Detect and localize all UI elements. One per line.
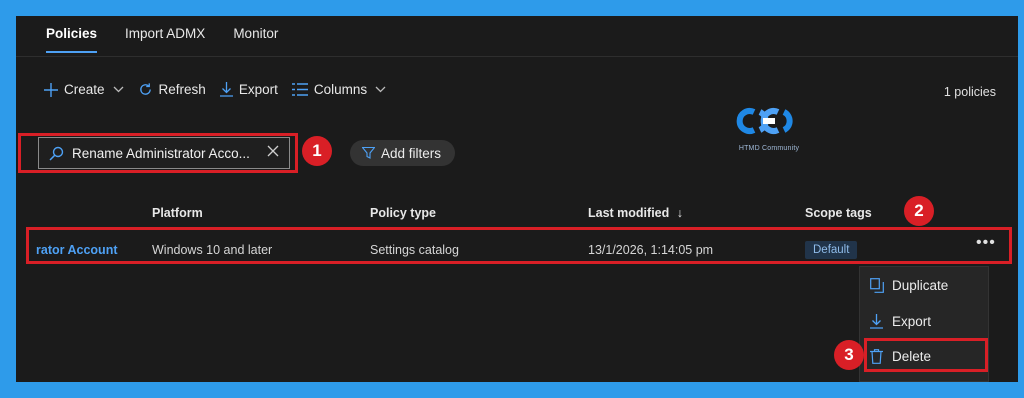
more-options-icon[interactable]: ••• — [976, 234, 996, 252]
duplicate-label: Duplicate — [892, 277, 949, 293]
column-header-platform[interactable]: Platform — [152, 206, 203, 220]
column-header-last-modified[interactable]: Last modified ↓ — [588, 206, 683, 220]
tab-divider — [16, 56, 1018, 57]
add-filters-label: Add filters — [381, 145, 442, 161]
htmd-logo: HTMD Community — [734, 104, 804, 152]
export-menu-label: Export — [892, 313, 932, 329]
annotation-box-search — [18, 133, 298, 173]
annotation-box-delete — [864, 338, 988, 372]
policy-type-cell: Settings catalog — [370, 243, 459, 257]
last-modified-label: Last modified — [588, 206, 670, 220]
columns-button[interactable]: Columns — [291, 82, 386, 97]
app-window: Policies Import ADMX Monitor Create Refr… — [16, 16, 1018, 382]
menu-item-duplicate[interactable]: Duplicate — [860, 270, 990, 300]
export-label: Export — [238, 82, 278, 97]
filter-icon — [362, 147, 375, 159]
tab-import-admx[interactable]: Import ADMX — [125, 26, 205, 53]
chevron-down-icon — [113, 84, 124, 96]
refresh-label: Refresh — [158, 82, 206, 97]
create-label: Create — [64, 82, 105, 97]
annotation-badge-1: 1 — [302, 136, 332, 166]
duplicate-icon — [870, 277, 884, 293]
policy-count: 1 policies — [943, 85, 996, 99]
platform-cell: Windows 10 and later — [152, 243, 273, 257]
tab-monitor[interactable]: Monitor — [233, 26, 278, 53]
columns-label: Columns — [313, 82, 368, 97]
column-header-policy-type[interactable]: Policy type — [370, 206, 436, 220]
refresh-icon — [138, 82, 153, 97]
download-icon — [870, 313, 884, 329]
annotation-badge-3: 3 — [834, 340, 864, 370]
column-header-scope-tags[interactable]: Scope tags — [805, 206, 872, 220]
last-modified-cell: 13/1/2026, 1:14:05 pm — [588, 243, 714, 257]
create-button[interactable]: Create — [44, 82, 124, 97]
columns-icon — [291, 83, 308, 96]
toolbar: Create Refresh Export Columns — [44, 82, 386, 97]
menu-item-export[interactable]: Export — [860, 306, 990, 336]
tab-bar: Policies Import ADMX Monitor — [46, 26, 278, 53]
logo-caption: HTMD Community — [738, 145, 800, 152]
sort-descending-icon: ↓ — [676, 206, 683, 220]
plus-icon — [44, 82, 58, 97]
scope-tag-badge: Default — [805, 241, 858, 259]
download-icon — [219, 82, 233, 97]
add-filters-button[interactable]: Add filters — [350, 140, 456, 166]
annotation-badge-2: 2 — [904, 196, 934, 226]
refresh-button[interactable]: Refresh — [138, 82, 206, 97]
chevron-down-icon — [375, 84, 386, 96]
tab-policies[interactable]: Policies — [46, 26, 98, 53]
htmd-logo-mark — [736, 108, 793, 134]
export-button[interactable]: Export — [219, 82, 278, 97]
policy-name-link[interactable]: rator Account — [36, 243, 118, 257]
